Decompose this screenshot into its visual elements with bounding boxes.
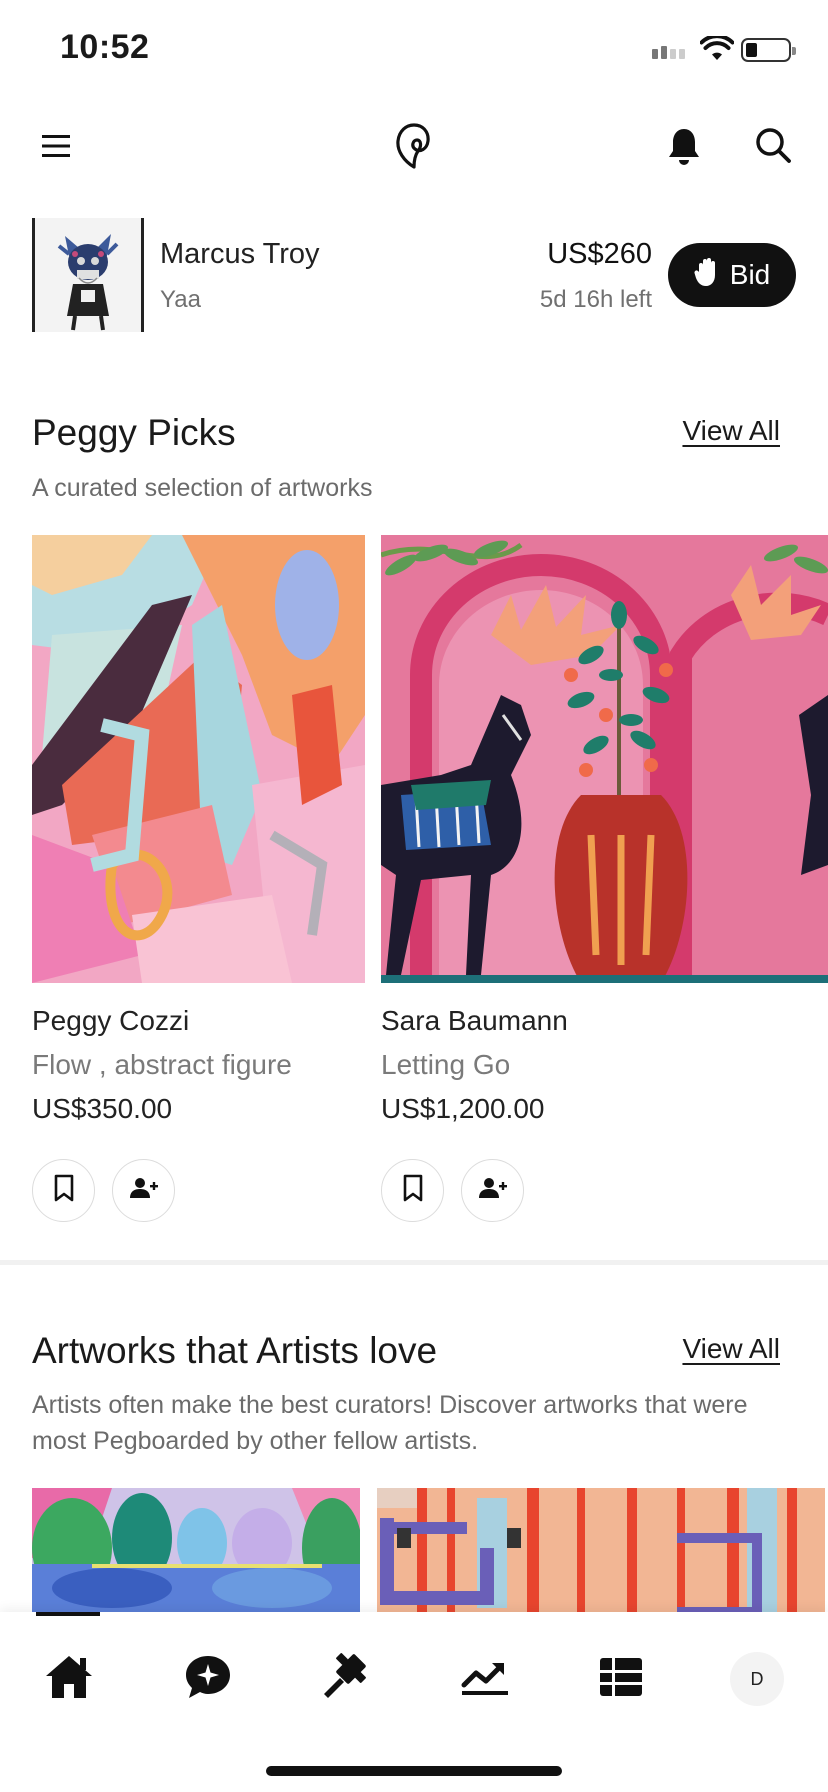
status-bar: 10:52 — [0, 0, 828, 100]
cellular-signal-icon — [652, 46, 685, 59]
home-indicator — [266, 1766, 562, 1776]
bookmark-icon — [402, 1174, 424, 1207]
peggy-logo-icon[interactable] — [392, 120, 436, 172]
raised-hand-icon — [694, 257, 720, 294]
artwork-thumbnail-abstract[interactable] — [377, 1488, 825, 1612]
gavel-icon — [320, 1652, 370, 1707]
artwork-image-letting-go[interactable] — [381, 535, 828, 983]
avatar-initial: D — [750, 1668, 764, 1689]
follow-artist-button[interactable] — [112, 1159, 175, 1222]
card-artwork-title: Flow , abstract figure — [32, 1049, 292, 1080]
tab-profile[interactable]: D — [724, 1646, 790, 1712]
bid-button[interactable]: Bid — [668, 243, 796, 307]
auction-artwork-title: Yaa — [160, 286, 201, 313]
artwork-thumbnail-landscape[interactable] — [32, 1488, 360, 1612]
add-user-icon — [129, 1176, 159, 1205]
follow-artist-button[interactable] — [461, 1159, 524, 1222]
card-price: US$350.00 — [32, 1093, 173, 1124]
search-icon[interactable] — [752, 124, 794, 166]
battery-icon — [741, 38, 796, 62]
section-divider — [0, 1260, 828, 1265]
peggy-picks-subtitle: A curated selection of artworks — [32, 474, 373, 502]
auction-artist-name: Marcus Troy — [160, 238, 320, 270]
wifi-icon — [699, 34, 735, 67]
card-artwork-title: Letting Go — [381, 1049, 511, 1080]
auction-time-left: 5d 16h left — [539, 286, 652, 313]
notification-bell-icon[interactable] — [664, 124, 704, 168]
peggy-picks-view-all-link[interactable]: View All — [682, 415, 780, 447]
profile-avatar: D — [730, 1652, 784, 1706]
active-tab-indicator — [36, 1612, 100, 1616]
bottom-tab-bar: D — [0, 1612, 828, 1792]
artwork-image-flow[interactable] — [32, 535, 365, 983]
artwork-card[interactable]: Sara Baumann Letting Go US$1,200.00 — [381, 535, 828, 1222]
tab-feed[interactable] — [588, 1646, 654, 1712]
bookmark-button[interactable] — [381, 1159, 444, 1222]
bookmark-button[interactable] — [32, 1159, 95, 1222]
card-artist-name[interactable]: Peggy Cozzi — [32, 1005, 365, 1037]
card-artist-name[interactable]: Sara Baumann — [381, 1005, 828, 1037]
card-actions — [381, 1159, 828, 1222]
artists-love-subtitle: Artists often make the best curators! Di… — [32, 1391, 748, 1455]
tab-home[interactable] — [36, 1646, 102, 1712]
card-actions — [32, 1159, 365, 1222]
tab-trending[interactable] — [452, 1646, 518, 1712]
menu-icon[interactable] — [36, 126, 76, 166]
peggy-picks-title: Peggy Picks — [32, 412, 236, 453]
tab-auctions[interactable] — [312, 1646, 378, 1712]
status-time: 10:52 — [60, 28, 150, 66]
top-nav — [0, 110, 828, 190]
auction-artwork-thumbnail[interactable] — [32, 218, 144, 332]
artists-love-view-all-link[interactable]: View All — [682, 1333, 780, 1365]
artwork-card[interactable]: Peggy Cozzi Flow , abstract figure US$35… — [32, 535, 365, 1222]
chat-sparkle-icon — [184, 1654, 232, 1705]
bid-button-label: Bid — [729, 259, 771, 290]
add-user-icon — [478, 1176, 508, 1205]
auction-current-price: US$260 — [547, 238, 652, 270]
home-icon — [44, 1654, 94, 1705]
bookmark-icon — [53, 1174, 75, 1207]
trending-up-icon — [460, 1657, 510, 1702]
list-icon — [598, 1656, 644, 1703]
auction-strip[interactable]: Marcus Troy Yaa US$260 5d 16h left Bid — [32, 218, 796, 333]
card-price: US$1,200.00 — [381, 1093, 545, 1124]
artists-love-title: Artworks that Artists love — [32, 1330, 438, 1371]
tab-messages[interactable] — [175, 1646, 241, 1712]
